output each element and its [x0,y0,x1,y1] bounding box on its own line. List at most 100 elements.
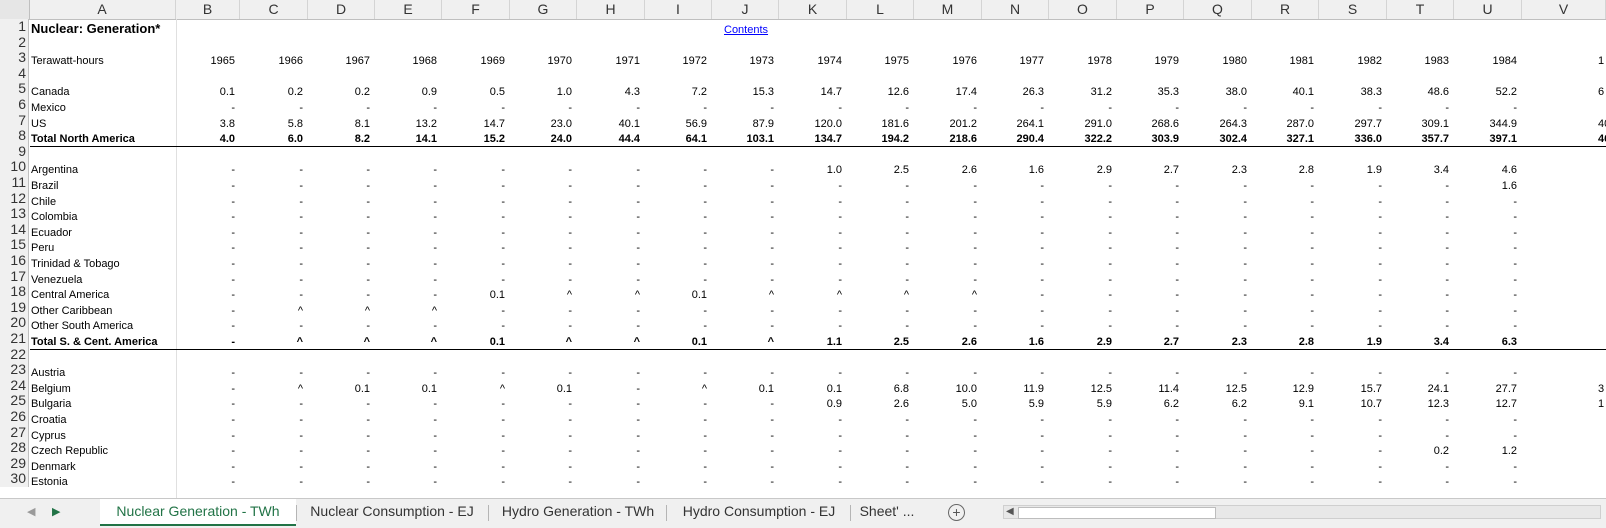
data-cell[interactable]: - [512,242,572,254]
data-cell[interactable]: - [849,242,909,254]
data-cell[interactable]: - [1052,476,1112,488]
data-cell[interactable]: - [175,430,235,442]
year-header-1978[interactable]: 1978 [1052,55,1112,67]
column-header-p[interactable]: P [1117,0,1184,19]
data-cell[interactable]: 0.2 [243,86,303,98]
column-header-u[interactable]: U [1454,0,1522,19]
data-cell[interactable]: 1.6 [1457,180,1517,192]
row-header-28[interactable]: 28 [0,440,29,456]
data-cell[interactable]: - [1389,274,1449,286]
year-header-1981[interactable]: 1981 [1254,55,1314,67]
data-cell[interactable]: - [1457,258,1517,270]
data-cell[interactable]: - [377,476,437,488]
data-cell[interactable]: - [1322,461,1382,473]
data-cell[interactable]: - [377,320,437,332]
data-cell[interactable]: 2.5 [849,164,909,176]
data-cell[interactable]: 268.6 [1119,118,1179,130]
data-cell[interactable]: 8.2 [310,133,370,145]
data-cell[interactable]: - [1254,445,1314,457]
data-cell[interactable]: 336.0 [1322,133,1382,145]
data-cell[interactable]: - [512,430,572,442]
data-cell[interactable]: - [1119,289,1179,301]
data-cell[interactable]: - [782,242,842,254]
data-cell[interactable]: - [243,242,303,254]
data-cell[interactable]: - [445,180,505,192]
year-header-1974[interactable]: 1974 [782,55,842,67]
data-cell[interactable]: 23.0 [512,118,572,130]
data-cell[interactable]: - [1119,227,1179,239]
country-label[interactable]: Central America [31,289,109,301]
data-cell[interactable]: - [310,180,370,192]
partial-cell[interactable]: 40 [1598,118,1606,130]
data-cell[interactable]: - [1254,211,1314,223]
data-cell[interactable]: - [647,164,707,176]
data-cell[interactable]: - [580,414,640,426]
data-cell[interactable]: - [580,445,640,457]
data-cell[interactable]: - [1389,289,1449,301]
data-cell[interactable]: - [377,461,437,473]
row-header-7[interactable]: 7 [0,112,29,129]
data-cell[interactable]: - [175,274,235,286]
data-cell[interactable]: 1.2 [1457,445,1517,457]
data-cell[interactable]: - [849,258,909,270]
data-cell[interactable]: 56.9 [647,118,707,130]
data-cell[interactable]: - [917,274,977,286]
data-cell[interactable]: - [1052,305,1112,317]
data-cell[interactable]: - [1389,196,1449,208]
data-cell[interactable]: - [647,445,707,457]
data-cell[interactable]: - [1119,430,1179,442]
data-cell[interactable]: - [984,367,1044,379]
data-cell[interactable]: - [1457,320,1517,332]
data-cell[interactable]: - [310,430,370,442]
data-cell[interactable]: - [243,320,303,332]
country-label[interactable]: Czech Republic [31,445,108,457]
data-cell[interactable]: - [1389,320,1449,332]
data-cell[interactable]: - [849,476,909,488]
data-cell[interactable]: 10.0 [917,383,977,395]
row-header-16[interactable]: 16 [0,252,29,269]
data-cell[interactable]: - [647,367,707,379]
data-cell[interactable]: - [445,476,505,488]
data-cell[interactable]: - [377,398,437,410]
row-header-2[interactable]: 2 [0,34,29,51]
data-cell[interactable]: 357.7 [1389,133,1449,145]
data-cell[interactable]: - [984,289,1044,301]
row-header-3[interactable]: 3 [0,50,29,66]
data-cell[interactable]: - [445,414,505,426]
data-cell[interactable]: 9.1 [1254,398,1314,410]
data-cell[interactable]: - [175,414,235,426]
partial-cell[interactable]: 46 [1598,133,1606,145]
column-header-g[interactable]: G [510,0,577,19]
data-cell[interactable]: - [849,445,909,457]
data-cell[interactable]: - [984,305,1044,317]
data-cell[interactable]: - [647,258,707,270]
data-cell[interactable]: - [647,398,707,410]
data-cell[interactable]: 5.9 [1052,398,1112,410]
data-cell[interactable]: 1.0 [782,164,842,176]
row-header-18[interactable]: 18 [0,284,29,300]
data-cell[interactable]: 0.9 [782,398,842,410]
data-cell[interactable]: 13.2 [377,118,437,130]
data-cell[interactable]: - [1457,211,1517,223]
data-cell[interactable]: - [1119,461,1179,473]
data-cell[interactable]: - [1322,445,1382,457]
data-cell[interactable]: ^ [243,336,303,348]
data-cell[interactable]: 12.3 [1389,398,1449,410]
data-cell[interactable]: - [917,227,977,239]
data-cell[interactable]: 103.1 [714,133,774,145]
row-header-20[interactable]: 20 [0,315,29,331]
row-header-30[interactable]: 30 [0,471,29,487]
column-header-m[interactable]: M [914,0,982,19]
year-header-1971[interactable]: 1971 [580,55,640,67]
data-cell[interactable]: - [647,274,707,286]
data-cell[interactable]: - [1389,414,1449,426]
data-cell[interactable]: - [377,196,437,208]
data-cell[interactable]: - [175,258,235,270]
country-label[interactable]: Belgium [31,383,71,395]
data-cell[interactable]: ^ [849,289,909,301]
data-cell[interactable]: - [580,274,640,286]
data-cell[interactable]: 344.9 [1457,118,1517,130]
data-cell[interactable]: 12.5 [1052,383,1112,395]
data-cell[interactable]: - [580,305,640,317]
data-cell[interactable]: - [175,461,235,473]
